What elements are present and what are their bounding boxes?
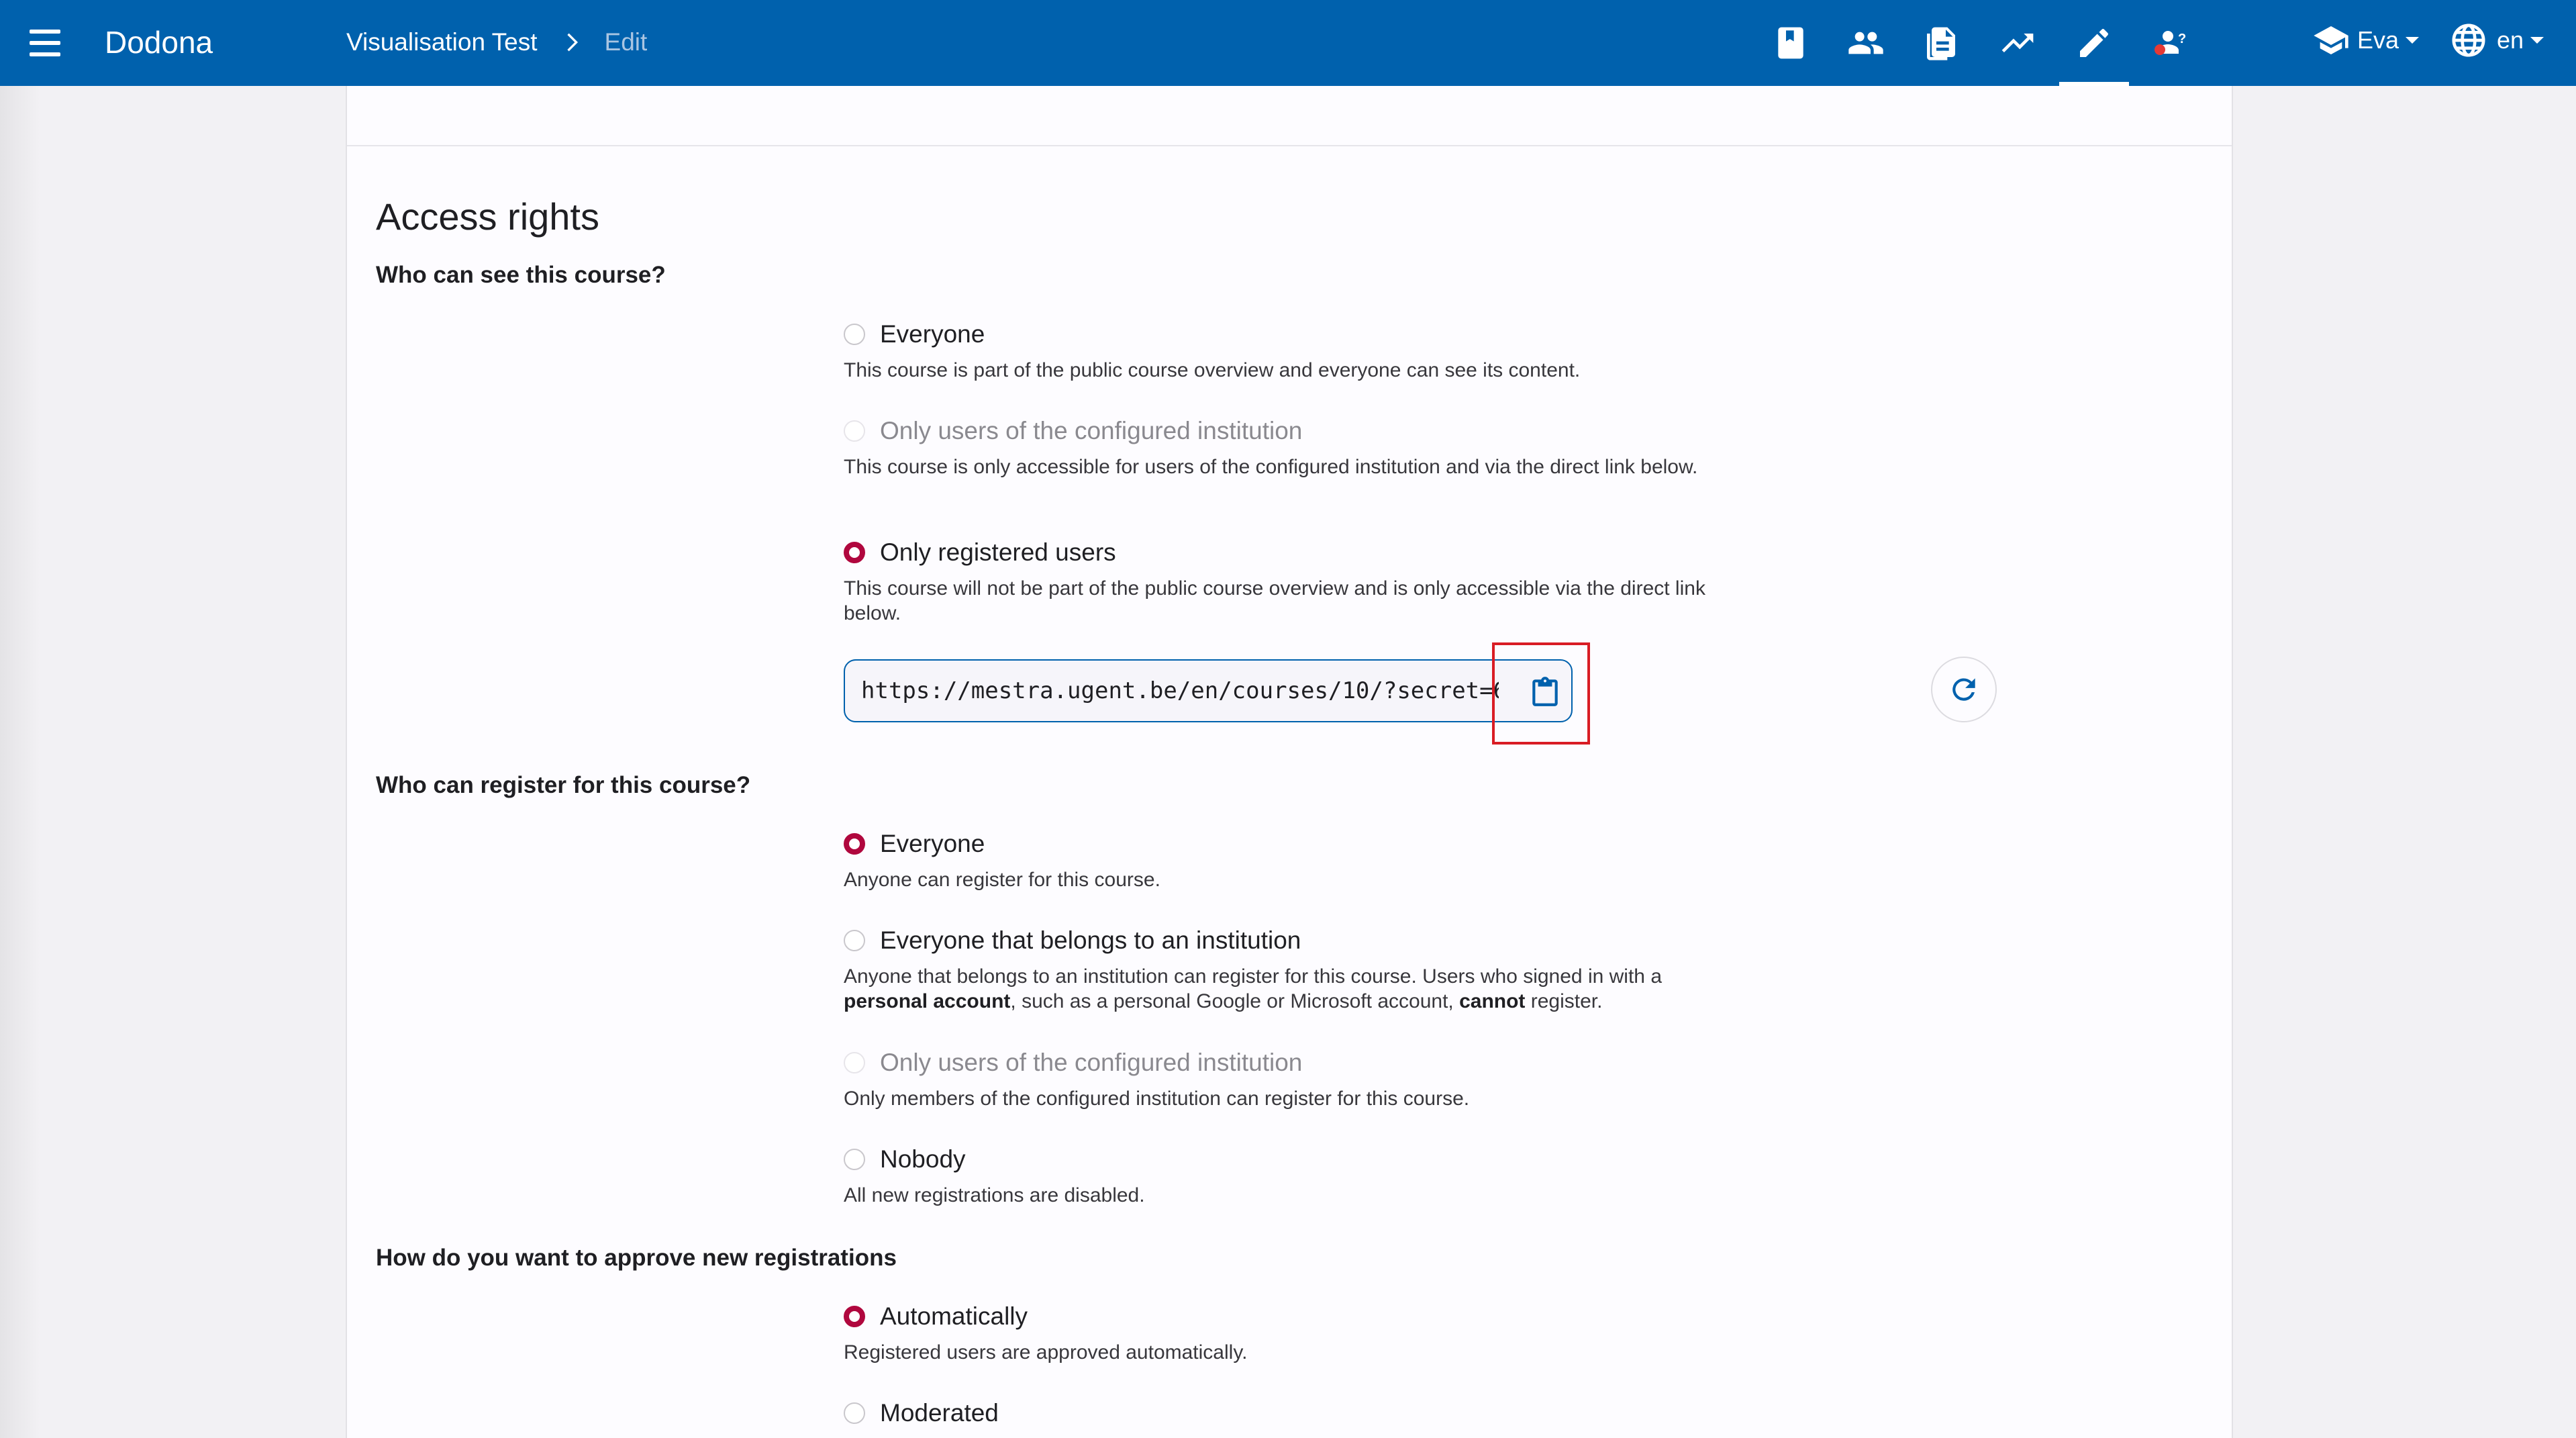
breadcrumb-course-link[interactable]: Visualisation Test — [346, 28, 538, 56]
breadcrumb-current: Edit — [604, 28, 648, 56]
radio-button[interactable] — [844, 1149, 865, 1170]
registration-option-everyone[interactable]: Everyone Anyone can register for this co… — [844, 827, 1730, 892]
visibility-option-institution: Only users of the configured institution… — [844, 417, 1698, 478]
clipboard-icon[interactable] — [1528, 675, 1562, 709]
course-edit-card: Access rights Who can see this course? E… — [346, 86, 2233, 1438]
user-question-badge: ? — [2178, 32, 2186, 46]
radio-button[interactable] — [844, 324, 865, 345]
nav-users-icon[interactable] — [1842, 20, 1890, 66]
language-code: en — [2497, 26, 2524, 54]
globe-icon — [2452, 23, 2485, 57]
caret-down-icon — [2406, 37, 2420, 44]
language-dropdown[interactable]: en — [2450, 21, 2544, 59]
registration-option-any-institution[interactable]: Everyone that belongs to an institution … — [844, 924, 1730, 1014]
registration-option-configured-institution: Only users of the configured institution… — [844, 1049, 1470, 1110]
visibility-question: Who can see this course? — [376, 262, 666, 288]
chevron-right-icon — [566, 33, 578, 52]
radio-button-checked[interactable] — [844, 542, 865, 563]
radio-button-disabled — [844, 420, 865, 442]
nav-trending-up-icon[interactable] — [1993, 20, 2042, 66]
top-app-bar: Dodona Visualisation Test Edit ? Eva en — [0, 0, 2576, 86]
nav-book-icon[interactable] — [1767, 20, 1815, 66]
section-title: Access rights — [376, 195, 599, 238]
left-shadow — [0, 86, 40, 1438]
user-dropdown[interactable]: Eva — [2310, 21, 2420, 59]
registration-option-nobody[interactable]: Nobody All new registrations are disable… — [844, 1143, 1730, 1208]
breadcrumb: Visualisation Test Edit — [346, 28, 647, 56]
nav-user-question-icon[interactable]: ? — [2146, 20, 2195, 66]
radio-button-disabled — [844, 1052, 865, 1073]
regenerate-link-button[interactable] — [1931, 657, 1997, 722]
nav-document-icon[interactable] — [1917, 20, 1965, 66]
radio-button-checked[interactable] — [844, 1306, 865, 1327]
radio-button-checked[interactable] — [844, 833, 865, 855]
visibility-option-everyone[interactable]: Everyone This course is part of the publ… — [844, 318, 1730, 383]
secret-link-text[interactable]: https://mestra.ugent.be/en/courses/10/?s… — [861, 677, 1499, 704]
hamburger-menu-icon[interactable] — [27, 24, 64, 62]
user-name: Eva — [2357, 26, 2399, 54]
refresh-icon — [1952, 678, 1975, 701]
divider — [347, 145, 2232, 146]
radio-button[interactable] — [844, 930, 865, 951]
visibility-option-registered[interactable]: Only registered users This course will n… — [844, 536, 1730, 626]
radio-button[interactable] — [844, 1402, 865, 1424]
approval-option-moderated[interactable]: Moderated — [844, 1396, 1730, 1430]
approval-question: How do you want to approve new registrat… — [376, 1245, 897, 1271]
secret-link-field[interactable]: https://mestra.ugent.be/en/courses/10/?s… — [844, 659, 1573, 722]
approval-option-automatically[interactable]: Automatically Registered users are appro… — [844, 1300, 1730, 1365]
registration-question: Who can register for this course? — [376, 772, 751, 798]
caret-down-icon — [2530, 37, 2544, 44]
school-icon — [2314, 26, 2348, 54]
nav-pencil-icon[interactable] — [2070, 20, 2118, 66]
app-title[interactable]: Dodona — [105, 24, 213, 60]
